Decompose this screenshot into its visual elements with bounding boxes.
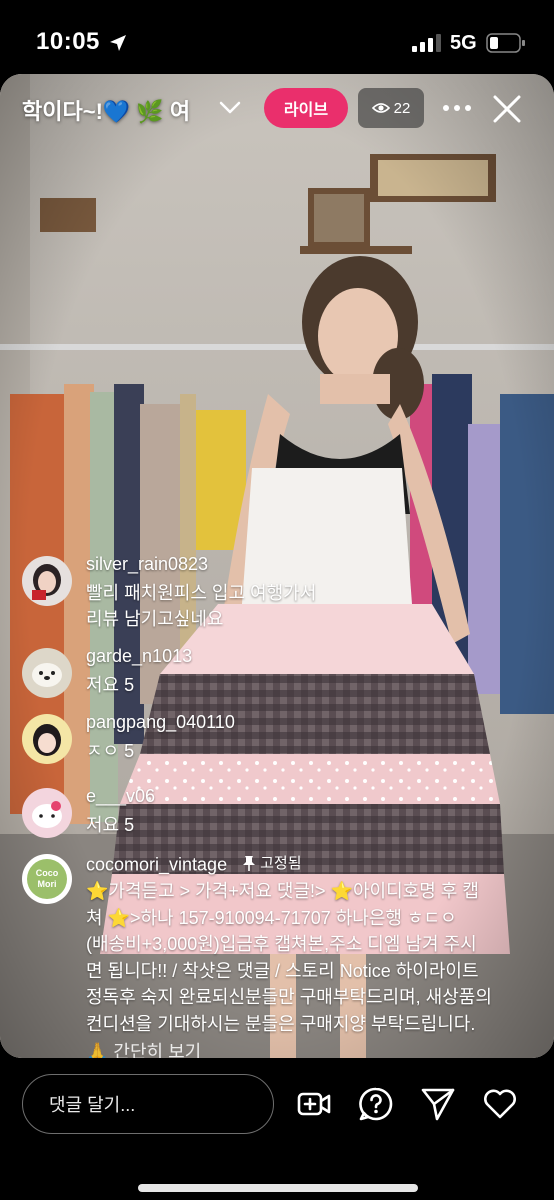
live-video[interactable]: 학이다~!💙 🌿 여 라이브 22 silver_rain0823 빨리 패치원… [0, 74, 554, 1058]
comment-username[interactable]: silver_rain0823 [86, 554, 208, 575]
avatar-logo-text: Mori [37, 879, 57, 889]
home-indicator[interactable] [138, 1184, 418, 1192]
comment-line: ⭐가격듣고 > 가격+저요 댓글!> ⭐아이디호명 후 캡 [86, 881, 479, 901]
battery-icon [486, 33, 525, 53]
eye-icon [371, 103, 390, 113]
comment-text: 저요 5 [86, 812, 134, 838]
comment-username[interactable]: pangpang_040110 [86, 712, 235, 733]
status-bar: 10:05 5G [0, 0, 554, 80]
chevron-down-icon[interactable] [218, 100, 242, 116]
avatar-logo: Coco Mori [27, 859, 67, 899]
comment-line: 쳐 ⭐>하나 157-910094-71707 하나은행 ㅎㄷㅇ [86, 907, 457, 928]
comment-text: ㅈㅇ 5 [86, 738, 134, 764]
comment-text: 저요 5 [86, 672, 134, 698]
avatar[interactable] [22, 556, 72, 606]
comment-line: 저요 5 [86, 815, 135, 835]
avatar[interactable] [22, 648, 72, 698]
signal-icon [412, 34, 441, 52]
add-video-icon[interactable] [296, 1086, 332, 1122]
broadcast-title[interactable]: 학이다~!💙 🌿 여 [22, 94, 190, 126]
question-icon[interactable] [358, 1086, 394, 1122]
send-icon[interactable] [420, 1086, 456, 1122]
comment-input[interactable]: 댓글 달기... [22, 1074, 274, 1134]
comment-username-row: cocomori_vintage 고정됨 [86, 852, 302, 876]
comment-line: ㅈㅇ 5 [86, 741, 135, 761]
comment-username[interactable]: garde_n1013 [86, 646, 192, 667]
viewer-count-badge[interactable]: 22 [358, 88, 424, 128]
comment-composer: 댓글 달기... [0, 1058, 554, 1200]
comment-line: 리뷰 남기고싶네요 [86, 609, 224, 629]
live-badge: 라이브 [264, 88, 348, 128]
comment-line: 저요 5 [86, 675, 135, 695]
comment-line: 정독후 숙지 완료되신분들만 구매부탁드리며, 새상품의 [86, 987, 492, 1007]
comment-line: 컨디션을 기대하시는 분들은 구매지양 부탁드립니다. [86, 1013, 476, 1034]
avatar[interactable] [22, 714, 72, 764]
status-time: 10:05 [36, 28, 100, 55]
collapse-link[interactable]: 🙏 간단히 보기 [86, 1038, 201, 1058]
comment-line: 빨리 패치원피스 입고 여행가서 [86, 583, 317, 603]
comment-line: 면 됩니다!! / 착샷은 댓글 / 스토리 Notice 하이라이트 [86, 960, 479, 981]
avatar[interactable]: Coco Mori [22, 854, 72, 904]
more-icon[interactable] [440, 96, 474, 120]
pin-icon [243, 855, 256, 871]
pinned-label: 고정됨 [260, 855, 302, 872]
location-arrow-icon [110, 35, 126, 51]
comment-line: (배송비+3,000원)입금후 캡쳐본,주소 디엠 남겨 주시 [86, 934, 477, 954]
close-icon[interactable] [490, 92, 524, 126]
comment-text: 빨리 패치원피스 입고 여행가서 리뷰 남기고싶네요 [86, 580, 316, 632]
network-type: 5G [450, 32, 477, 54]
avatar-logo-text: Coco [35, 868, 59, 878]
comment-username[interactable]: cocomori_vintage [86, 855, 227, 875]
comment-username[interactable]: e___v06 [86, 786, 155, 807]
viewer-count: 22 [393, 99, 411, 117]
pinned-comment-text: ⭐가격듣고 > 가격+저요 댓글!> ⭐아이디호명 후 캡 쳐 ⭐>하나 157… [86, 878, 536, 1037]
live-header: 학이다~!💙 🌿 여 라이브 22 [0, 74, 554, 144]
pinned-badge: 고정됨 [242, 852, 302, 873]
heart-icon[interactable] [482, 1086, 518, 1122]
avatar[interactable] [22, 788, 72, 838]
